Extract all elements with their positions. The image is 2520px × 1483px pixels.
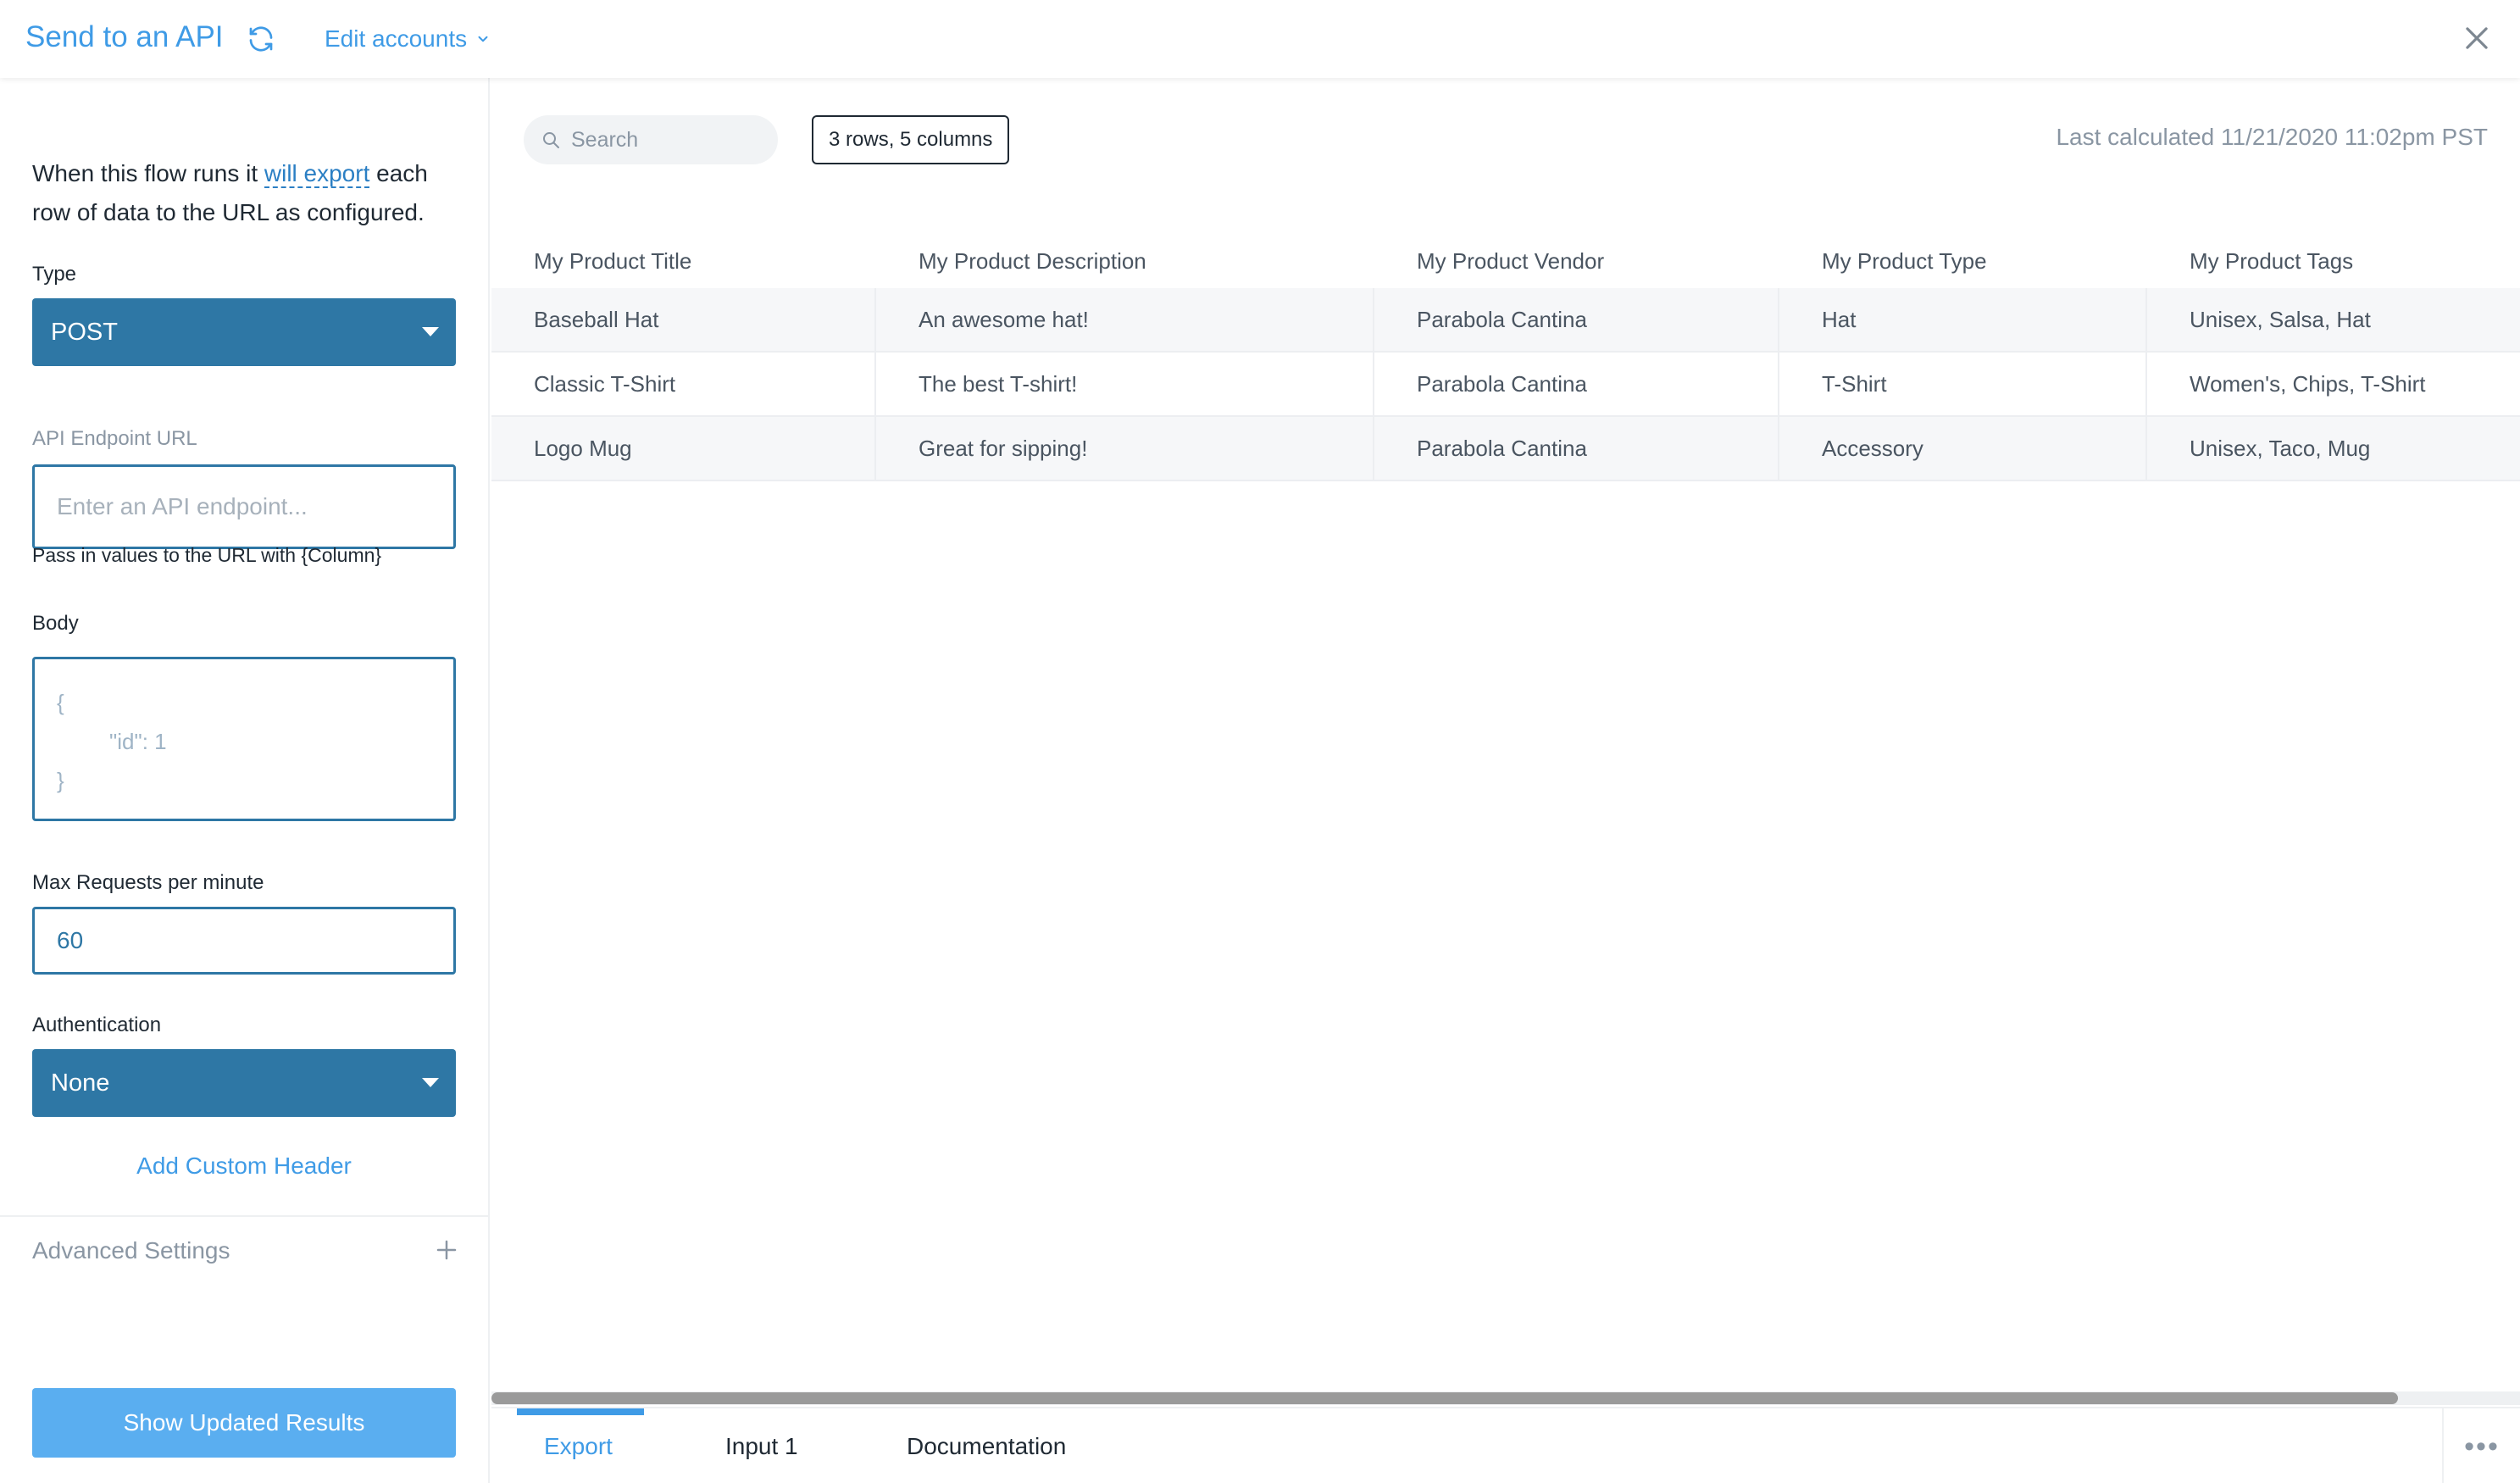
settings-sidebar: When this flow runs it will export each … (0, 78, 490, 1483)
authentication-select[interactable]: None (32, 1049, 456, 1117)
authentication-label: Authentication (32, 1014, 162, 1036)
table-cell: Parabola Cantina (1374, 353, 1779, 415)
column-header[interactable]: My Product Tags (2147, 234, 2520, 288)
tab-input-1[interactable]: Input 1 (725, 1408, 798, 1483)
results-table: My Product Title My Product Description … (491, 234, 2520, 481)
table-cell: Great for sipping! (876, 417, 1374, 480)
body-label: Body (32, 612, 79, 635)
panel-title: Send to an API (25, 20, 224, 53)
search-input[interactable]: Search (524, 115, 778, 164)
table-row: Classic T-Shirt The best T-shirt! Parabo… (491, 353, 2520, 417)
column-header[interactable]: My Product Type (1779, 234, 2147, 288)
edit-accounts-dropdown[interactable]: Edit accounts (325, 25, 491, 53)
endpoint-url-input[interactable]: Enter an API endpoint... (32, 464, 456, 549)
panel-header: Send to an API Edit accounts (0, 0, 2520, 78)
table-shape-badge[interactable]: 3 rows, 5 columns (812, 115, 1010, 164)
last-calculated-text: Last calculated 11/21/2020 11:02pm PST (2056, 124, 2488, 150)
table-cell: Classic T-Shirt (491, 353, 876, 415)
table-cell: Unisex, Salsa, Hat (2190, 306, 2371, 332)
table-cell: The best T-shirt! (876, 353, 1374, 415)
type-select[interactable]: POST (32, 298, 456, 366)
intro-text: When this flow runs it will export each … (32, 160, 428, 225)
bottom-tab-bar: Export Input 1 Documentation ••• (491, 1407, 2520, 1483)
table-row: Baseball Hat An awesome hat! Parabola Ca… (491, 288, 2520, 353)
max-requests-label: Max Requests per minute (32, 871, 264, 894)
horizontal-scrollbar-thumb[interactable] (491, 1392, 2398, 1404)
type-select-value: POST (51, 318, 118, 346)
table-cell: Women's, Chips, T-Shirt (2190, 370, 2426, 397)
type-label: Type (32, 263, 77, 286)
edit-accounts-label: Edit accounts (325, 25, 468, 52)
add-custom-header-link[interactable]: Add Custom Header (32, 1153, 456, 1180)
will-export-link[interactable]: will export (264, 160, 370, 188)
column-header[interactable]: My Product Title (491, 234, 876, 288)
table-cell: Hat (1779, 288, 2147, 351)
max-requests-input[interactable]: 60 (32, 907, 456, 975)
endpoint-placeholder: Enter an API endpoint... (57, 493, 308, 519)
table-header-row: My Product Title My Product Description … (491, 234, 2520, 288)
table-cell: Logo Mug (491, 417, 876, 480)
more-horizontal-icon[interactable]: ••• (2442, 1408, 2520, 1483)
table-cell: Accessory (1779, 417, 2147, 480)
caret-down-icon (422, 327, 439, 336)
close-icon[interactable] (2461, 22, 2493, 54)
column-header[interactable]: My Product Vendor (1374, 234, 1779, 288)
tab-export[interactable]: Export (544, 1408, 613, 1483)
table-cell: T-Shirt (1779, 353, 2147, 415)
search-placeholder: Search (571, 127, 639, 152)
refresh-icon[interactable] (246, 24, 276, 54)
body-textarea[interactable]: { "id": 1 } (32, 657, 456, 821)
plus-icon[interactable] (434, 1237, 459, 1263)
table-cell: An awesome hat! (876, 288, 1374, 351)
endpoint-helper-text: Pass in values to the URL with {Column} (32, 544, 382, 566)
chevron-down-icon (478, 36, 488, 42)
caret-down-icon (422, 1078, 439, 1087)
table-cell: Baseball Hat (491, 288, 876, 351)
table-cell: Unisex, Taco, Mug (2190, 435, 2371, 461)
column-header[interactable]: My Product Description (876, 234, 1374, 288)
advanced-settings-toggle[interactable]: Advanced Settings (32, 1237, 230, 1264)
show-updated-results-button[interactable]: Show Updated Results (32, 1388, 456, 1458)
max-requests-value: 60 (57, 927, 84, 953)
table-row: Logo Mug Great for sipping! Parabola Can… (491, 417, 2520, 481)
table-cell: Parabola Cantina (1374, 417, 1779, 480)
results-panel: Search 3 rows, 5 columns Last calculated… (491, 78, 2520, 1483)
table-cell: Parabola Cantina (1374, 288, 1779, 351)
sidebar-divider (0, 1215, 488, 1217)
tab-documentation[interactable]: Documentation (907, 1408, 1066, 1483)
authentication-select-value: None (51, 1069, 110, 1097)
endpoint-label: API Endpoint URL (32, 427, 197, 450)
search-icon (543, 132, 559, 148)
